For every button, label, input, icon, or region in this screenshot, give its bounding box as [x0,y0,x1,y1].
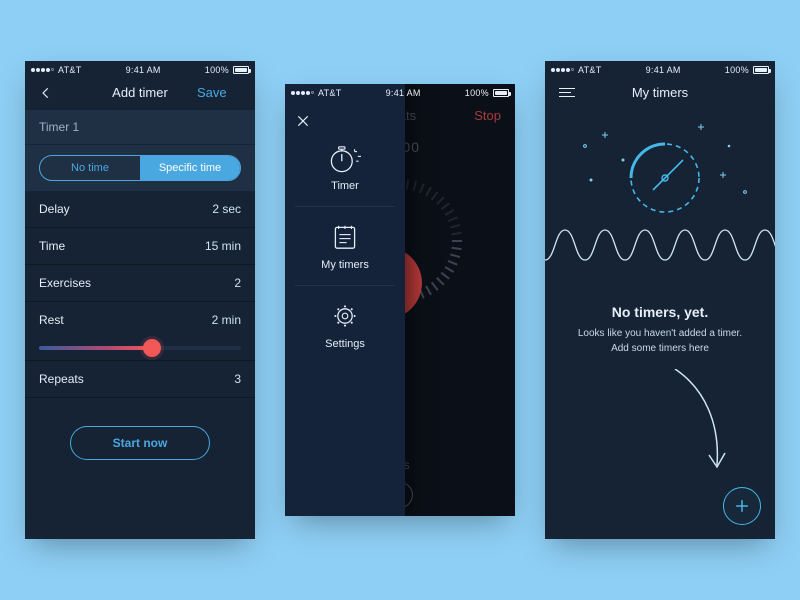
drawer-item-label: Settings [325,338,365,350]
nav-drawer: Timer My timers [285,84,405,516]
drawer-item-my-timers[interactable]: My timers [295,207,395,286]
row-label: Repeats [39,372,84,386]
row-label: Time [39,239,65,253]
row-exercises[interactable]: Exercises 2 [25,265,255,302]
slider-track [39,346,152,350]
empty-state-illustration [545,110,775,296]
page-title: My timers [603,85,717,100]
signal-dots-icon [291,91,314,95]
drawer-item-label: Timer [331,180,359,192]
header: My timers [545,77,775,110]
screen-my-timers-empty: AT&T 9:41 AM 100% My timers [545,61,775,539]
battery-icon [753,66,769,74]
time-mode-segmented: No time Specific time [39,155,241,181]
hamburger-icon [559,88,575,89]
header: Add timer Save [25,77,255,110]
status-bar: AT&T 9:41 AM 100% [25,61,255,77]
row-value: 3 [234,372,241,386]
chevron-left-icon [39,86,53,100]
row-value: 2 min [212,313,241,327]
clock-label: 9:41 AM [386,88,421,98]
rest-slider[interactable] [39,346,241,350]
clock-label: 9:41 AM [646,65,681,75]
row-label: Exercises [39,276,91,290]
plus-icon [732,496,752,516]
empty-state-line: Add some timers here [545,341,775,356]
status-bar: AT&T 9:41 AM 100% [545,61,775,77]
clock-label: 9:41 AM [126,65,161,75]
slider-thumb[interactable] [143,339,161,357]
signal-dots-icon [551,68,574,72]
start-now-button[interactable]: Start now [70,426,210,460]
row-repeats[interactable]: Repeats 3 [25,361,255,398]
row-time[interactable]: Time 15 min [25,228,255,265]
row-value: 15 min [205,239,241,253]
row-label: Rest [39,313,64,327]
stop-button-dimmed: Stop [474,108,501,123]
segment-no-time[interactable]: No time [40,156,140,180]
status-bar: AT&T 9:41 AM 100% [285,84,515,100]
menu-button[interactable] [559,88,575,97]
arrow-illustration-icon [665,369,735,479]
empty-state-title: No timers, yet. [545,304,775,320]
timer-name-input[interactable]: Timer 1 [25,110,255,144]
page-title: Add timer [83,85,197,100]
stopwatch-icon [327,142,363,174]
carrier-label: AT&T [578,65,602,75]
back-button[interactable] [39,86,83,100]
list-icon [327,221,363,253]
signal-dots-icon [31,68,54,72]
segment-specific-time[interactable]: Specific time [140,156,240,180]
close-drawer-button[interactable] [295,112,311,135]
gear-icon [327,300,363,332]
empty-state-line: Looks like you haven't added a timer. [545,326,775,341]
row-rest[interactable]: Rest 2 min [25,302,255,338]
battery-label: 100% [205,65,229,75]
row-value: 2 sec [212,202,241,216]
carrier-label: AT&T [58,65,82,75]
screen-add-timer: AT&T 9:41 AM 100% Add timer Save Timer 1… [25,61,255,539]
clock-illustration-icon [545,110,775,296]
add-timer-button[interactable] [723,487,761,525]
row-label: Delay [39,202,70,216]
carrier-label: AT&T [318,88,342,98]
row-value: 2 [234,276,241,290]
screen-drawer: epeats Stop 03:00 2 use ons [285,84,515,516]
save-button[interactable]: Save [197,85,241,100]
drawer-item-timer[interactable]: Timer [295,128,395,207]
row-delay[interactable]: Delay 2 sec [25,191,255,228]
drawer-item-settings[interactable]: Settings [295,286,395,364]
battery-label: 100% [725,65,749,75]
battery-icon [233,66,249,74]
drawer-item-label: My timers [321,259,369,271]
battery-icon [493,89,509,97]
battery-label: 100% [465,88,489,98]
close-icon [295,113,311,129]
empty-state-subtitle: Looks like you haven't added a timer. Ad… [545,326,775,356]
